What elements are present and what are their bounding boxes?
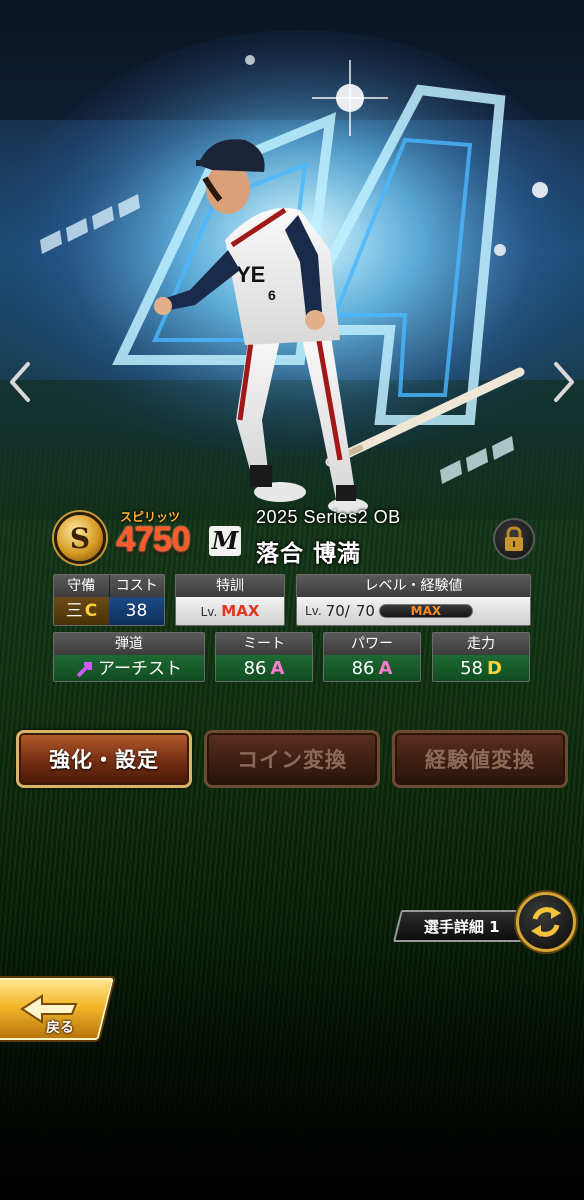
trajectory-panel: 弾道 アーチスト bbox=[53, 632, 205, 682]
svg-text:YE: YE bbox=[236, 262, 265, 287]
speed-grade: D bbox=[486, 658, 502, 679]
level-lv-label: Lv. bbox=[305, 604, 322, 618]
lock-button[interactable] bbox=[493, 518, 535, 560]
cost-value: 38 bbox=[109, 597, 164, 625]
cycle-detail-button[interactable] bbox=[516, 892, 576, 952]
defense-header: 守備 bbox=[54, 575, 110, 597]
cycle-arrows-icon bbox=[531, 907, 561, 937]
back-label: 戻る bbox=[46, 1020, 74, 1036]
power-panel: パワー 86 A bbox=[323, 632, 421, 682]
player-name: 落合 博満 bbox=[256, 541, 362, 567]
level-exp-panel: レベル・経験値 Lv. 70/ 70 MAX bbox=[296, 574, 531, 626]
training-panel: 特訓 Lv. MAX bbox=[175, 574, 285, 626]
series-label: 2025 Series2 OB bbox=[256, 507, 401, 527]
level-max: 70 bbox=[355, 602, 375, 620]
svg-text:6: 6 bbox=[268, 287, 276, 303]
spirit-value: 4750 bbox=[116, 520, 191, 559]
meet-panel: ミート 86 A bbox=[215, 632, 313, 682]
speed-value: 58 bbox=[460, 658, 483, 679]
meet-grade: A bbox=[270, 658, 285, 679]
power-grade: A bbox=[378, 658, 393, 679]
cost-header: コスト bbox=[115, 578, 158, 594]
trajectory-header: 弾道 bbox=[54, 633, 204, 655]
exp-convert-button[interactable]: 経験値変換 bbox=[392, 730, 568, 788]
speed-header: 走力 bbox=[433, 633, 529, 655]
training-lv-label: Lv. bbox=[200, 605, 218, 619]
exp-bar-text: MAX bbox=[410, 604, 442, 618]
trajectory-arrow-icon bbox=[76, 662, 92, 678]
defense-cost-panel: 守備 コスト 三C 38 bbox=[53, 574, 165, 626]
player-detail-button[interactable]: 選手詳細 1 bbox=[393, 910, 531, 942]
player-detail-label: 選手詳細 1 bbox=[424, 917, 500, 936]
power-value: 86 bbox=[351, 658, 375, 679]
chevron-left-icon[interactable] bbox=[6, 360, 34, 404]
player-card-screen: YE 6 S スピリッツ 4750 M 2025 Series2 OB 落合 博… bbox=[0, 0, 584, 1200]
power-header: パワー bbox=[324, 633, 420, 655]
meet-value: 86 bbox=[243, 658, 267, 679]
chevron-right-icon[interactable] bbox=[550, 360, 578, 404]
lock-icon bbox=[505, 526, 523, 551]
coin-convert-button[interactable]: コイン変換 bbox=[204, 730, 380, 788]
level-header: レベル・経験値 bbox=[297, 575, 530, 597]
meet-header: ミート bbox=[216, 633, 312, 655]
position: 三 bbox=[65, 601, 83, 621]
exp-bar: MAX bbox=[378, 604, 473, 618]
spirit-coin-icon: S bbox=[54, 512, 106, 564]
training-header: 特訓 bbox=[176, 575, 284, 597]
rank-letter: S bbox=[69, 521, 91, 555]
training-value: MAX bbox=[221, 602, 260, 620]
player-artwork: YE 6 bbox=[0, 0, 584, 520]
team-logo: M bbox=[209, 526, 241, 556]
level-current: 70/ bbox=[325, 602, 350, 620]
enhance-settings-button[interactable]: 強化・設定 bbox=[16, 730, 192, 788]
speed-panel: 走力 58 D bbox=[432, 632, 530, 682]
position-value: 三C bbox=[54, 597, 109, 625]
position-grade: C bbox=[84, 601, 98, 621]
trajectory-value: アーチスト bbox=[98, 659, 182, 679]
